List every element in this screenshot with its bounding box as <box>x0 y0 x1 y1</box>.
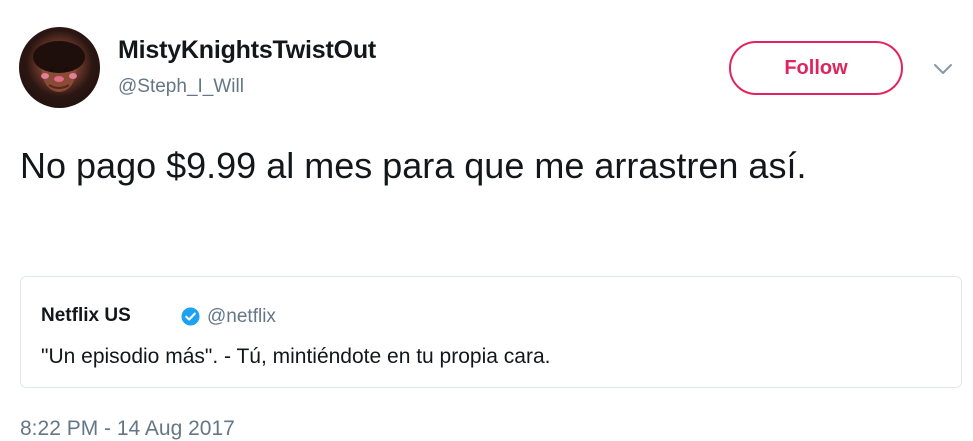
avatar[interactable] <box>19 27 100 108</box>
quoted-author-handle: @netflix <box>207 306 276 327</box>
quoted-author-name: Netflix US <box>41 305 131 326</box>
quoted-tweet-text: "Un episodio más". - Tú, mintiéndote en … <box>41 345 551 368</box>
chevron-down-icon[interactable] <box>933 62 953 76</box>
tweet-text: No pago $9.99 al mes para que me arrastr… <box>20 145 807 186</box>
display-name[interactable]: MistyKnightsTwistOut <box>118 36 376 65</box>
avatar-image <box>33 41 85 92</box>
user-handle[interactable]: @Steph_I_Will <box>118 76 244 98</box>
quoted-tweet-card[interactable]: Netflix US @netflix "Un episodio más". -… <box>20 276 962 388</box>
follow-button[interactable]: Follow <box>729 41 903 95</box>
verified-badge-icon <box>181 307 200 326</box>
tweet-timestamp[interactable]: 8:22 PM - 14 Aug 2017 <box>20 417 235 441</box>
